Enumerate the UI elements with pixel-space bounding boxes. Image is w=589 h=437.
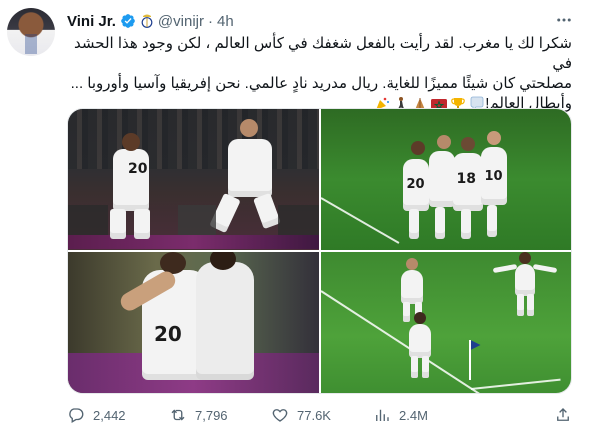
photo-embrace-closeup[interactable]: 20 [68, 252, 319, 393]
action-bar: 2,442 7,796 77.6K 2.4M [67, 404, 572, 426]
tweet-text: شكرا لك يا مغرب. لقد رأيت بالفعل شغفك في… [67, 34, 572, 114]
club-crest-icon [141, 14, 153, 28]
reply-button[interactable]: 2,442 [67, 406, 126, 424]
jersey-number: 20 [154, 322, 182, 346]
media-grid: 20 20 18 10 20 [67, 108, 572, 394]
jersey-number: 10 [484, 169, 503, 184]
tweet-text-line-1: شكرا لك يا مغرب. لقد رأيت بالفعل شغفك في… [74, 35, 572, 72]
author-name[interactable]: Vini Jr. [67, 13, 116, 30]
reply-icon [69, 408, 84, 423]
jersey-number: 20 [406, 177, 425, 192]
tweet-text-line-2: مصلحتي كان شيئًا مميزًا للغاية. ريال مدر… [70, 75, 572, 92]
retweet-button[interactable]: 7,796 [169, 406, 228, 424]
reply-count: 2,442 [93, 407, 126, 423]
jersey-number: 18 [456, 171, 476, 187]
retweet-count: 7,796 [195, 407, 228, 423]
heart-icon [272, 409, 288, 422]
views-chart-icon [376, 409, 389, 421]
like-button[interactable]: 77.6K [271, 406, 331, 424]
views-count: 2.4M [399, 407, 428, 423]
author-handle[interactable]: @vinijr [158, 13, 204, 30]
retweet-icon [171, 409, 185, 421]
jersey-number: 20 [128, 161, 148, 177]
photo-celebration-stands[interactable]: 20 [68, 109, 319, 250]
separator-dot: · [207, 12, 213, 30]
more-options-icon[interactable] [554, 10, 574, 30]
share-icon [557, 408, 569, 421]
tweet[interactable]: Vini Jr. @vinijr · 4h شكرا لك يا مغرب. ل… [0, 0, 589, 437]
photo-team-huddle[interactable]: 20 18 10 [320, 109, 571, 250]
share-button[interactable] [554, 406, 572, 424]
views-button[interactable]: 2.4M [373, 406, 428, 424]
verified-badge-icon [121, 14, 135, 28]
photo-pitch-goal-celebration[interactable] [320, 252, 571, 393]
tweet-header: Vini Jr. @vinijr · 4h [67, 11, 234, 31]
avatar[interactable] [7, 8, 55, 56]
tweet-time[interactable]: 4h [217, 13, 234, 30]
like-count: 77.6K [297, 407, 331, 423]
